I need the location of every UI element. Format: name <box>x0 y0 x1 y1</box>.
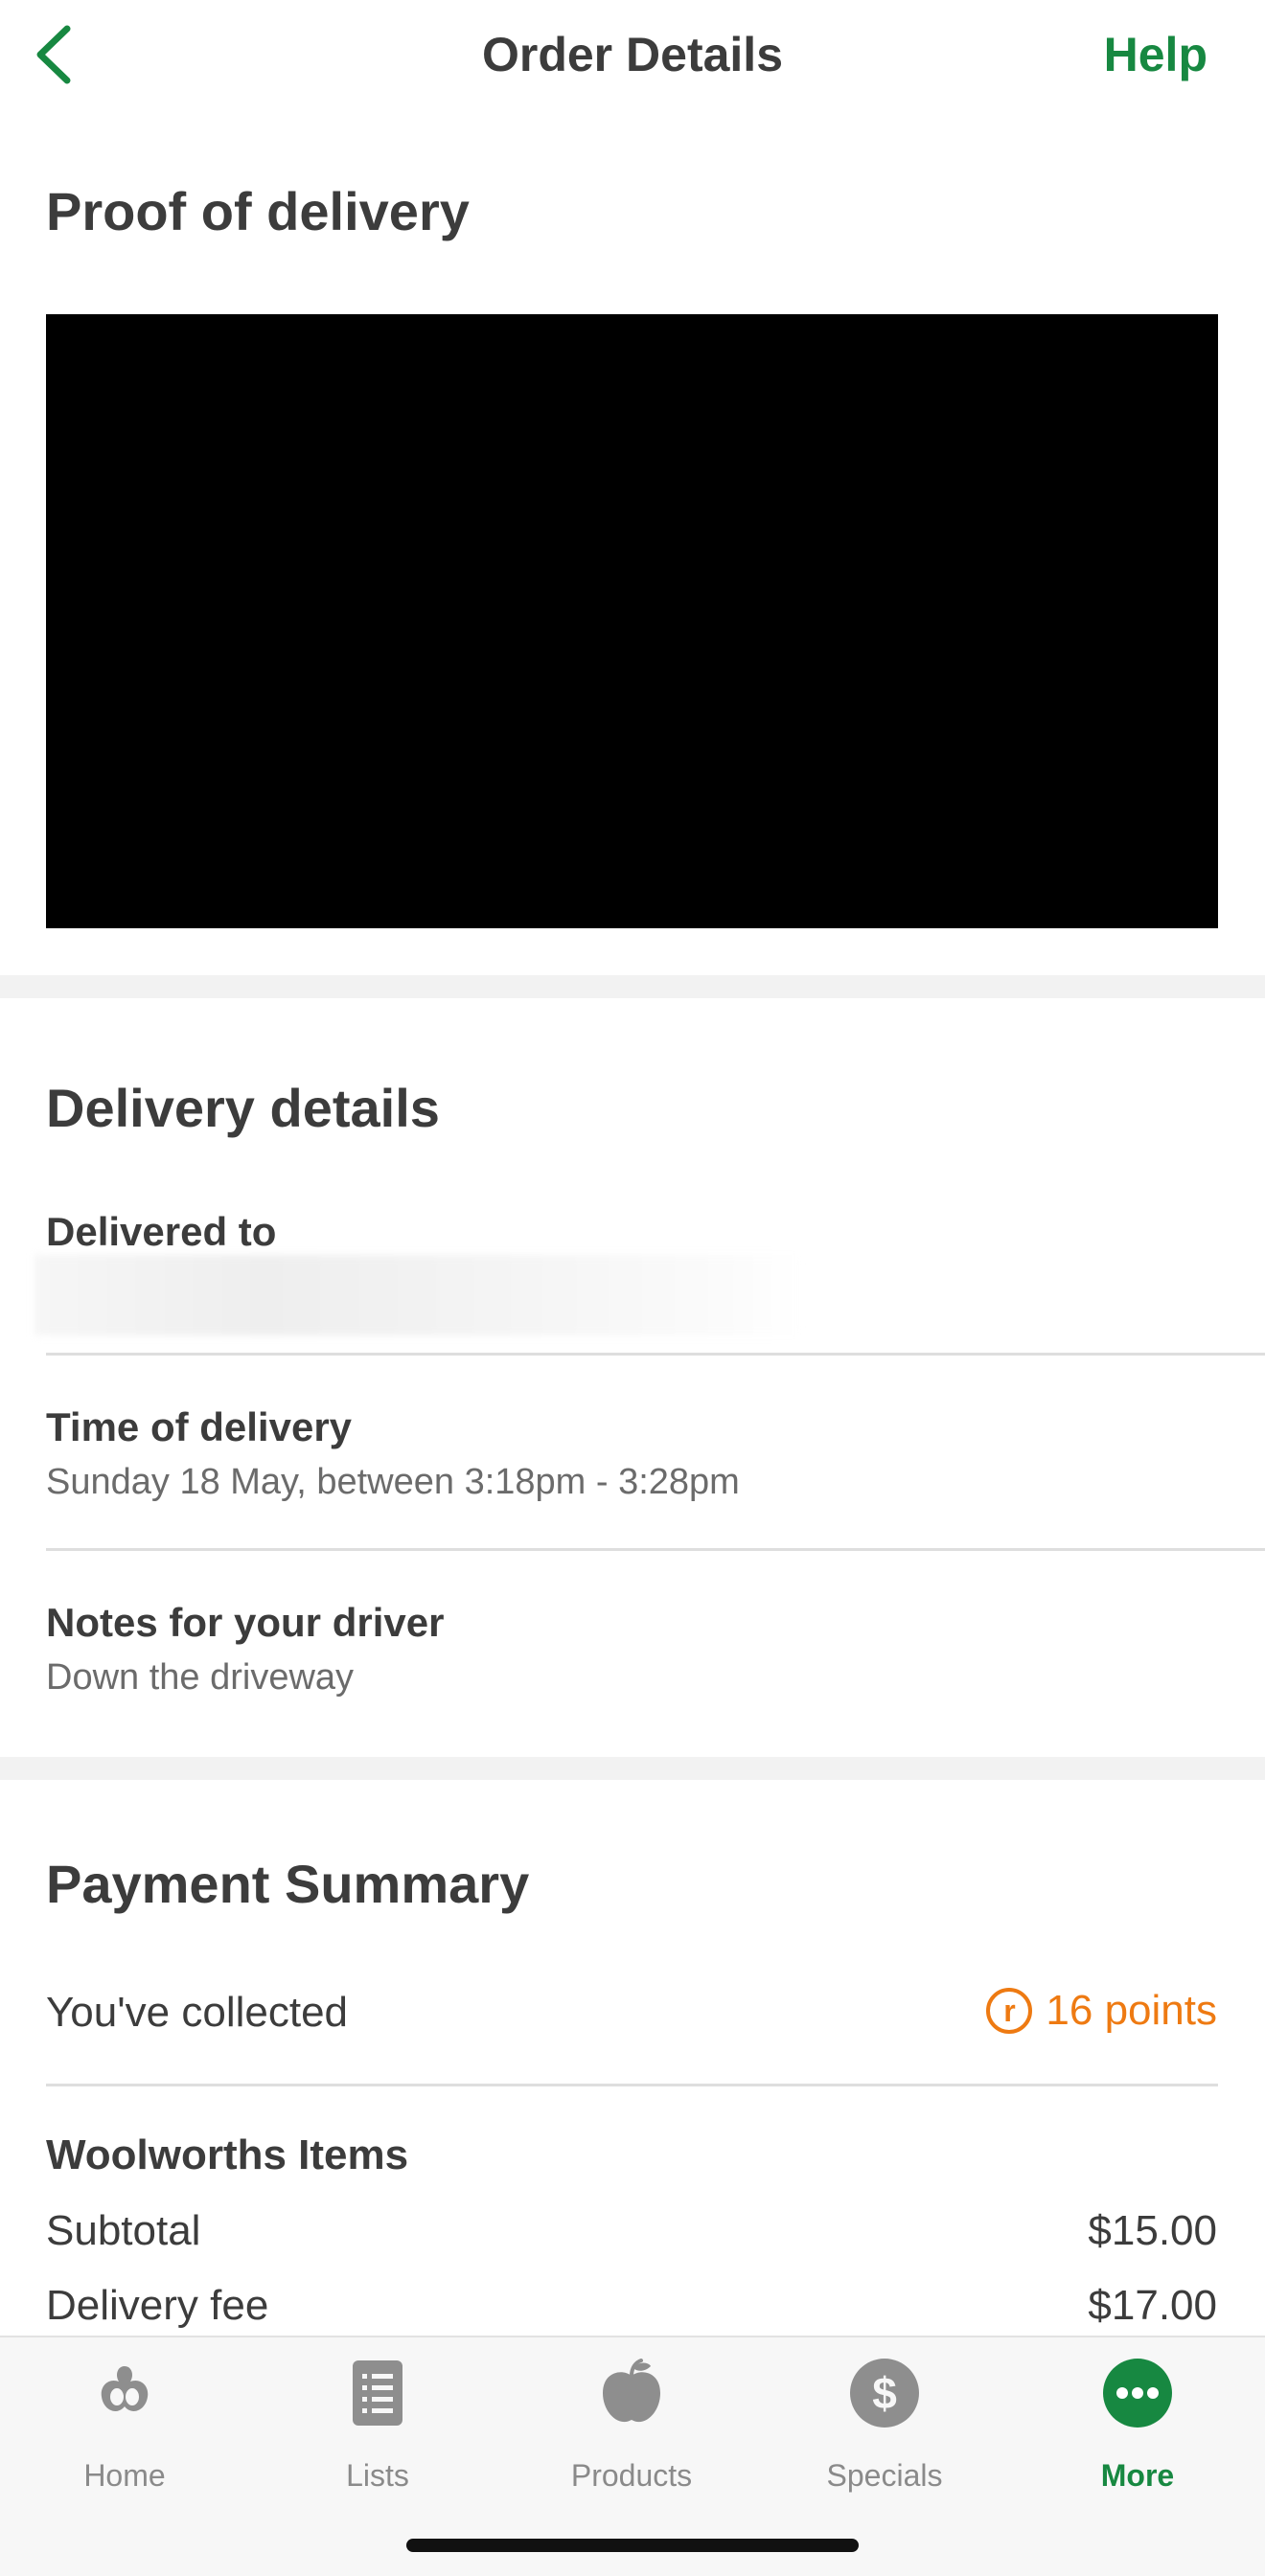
section-separator <box>0 975 1265 998</box>
tab-label: Lists <box>346 2458 409 2493</box>
more-dots-icon <box>1101 2357 1174 2429</box>
tab-lists[interactable]: Lists <box>282 2357 473 2500</box>
points-label: 16 points <box>1046 1987 1217 2034</box>
tab-home[interactable]: Home <box>29 2357 220 2500</box>
points-collected-value: r 16 points <box>986 1987 1217 2035</box>
divider <box>46 1353 1265 1356</box>
subtotal-value: $15.00 <box>1088 2207 1217 2254</box>
list-icon <box>341 2357 414 2429</box>
dollar-icon: $ <box>848 2357 921 2429</box>
tab-more[interactable]: More <box>1042 2357 1233 2500</box>
subtotal-label: Subtotal <box>46 2207 201 2254</box>
tab-products[interactable]: Products <box>536 2357 727 2500</box>
tab-label: Home <box>83 2458 166 2493</box>
driver-notes-label: Notes for your driver <box>46 1600 445 1645</box>
svg-text:$: $ <box>872 2368 897 2418</box>
tab-label: Specials <box>826 2458 943 2493</box>
help-link[interactable]: Help <box>1104 27 1208 82</box>
woolworths-items-title: Woolworths Items <box>46 2131 409 2178</box>
navigation-header: Order Details Help <box>0 0 1265 115</box>
points-collected-label: You've collected <box>46 1989 349 2036</box>
proof-of-delivery-photo[interactable] <box>46 314 1218 928</box>
divider <box>46 2084 1218 2086</box>
driver-notes-value: Down the driveway <box>46 1657 355 1698</box>
tab-specials[interactable]: $ Specials <box>789 2357 980 2500</box>
apple-icon <box>595 2357 668 2429</box>
delivery-details-title: Delivery details <box>46 1078 440 1138</box>
section-separator <box>0 1757 1265 1780</box>
delivered-to-label: Delivered to <box>46 1209 277 1254</box>
rewards-icon: r <box>986 1988 1033 2034</box>
home-indicator[interactable] <box>406 2539 859 2552</box>
woolworths-logo-icon <box>88 2357 161 2429</box>
delivery-fee-label: Delivery fee <box>46 2282 269 2329</box>
payment-summary-title: Payment Summary <box>46 1854 530 1914</box>
divider <box>46 1548 1265 1551</box>
proof-of-delivery-title: Proof of delivery <box>46 181 470 241</box>
page-title: Order Details <box>481 28 783 81</box>
delivery-fee-value: $17.00 <box>1088 2282 1217 2329</box>
tab-label: More <box>1100 2458 1175 2493</box>
time-of-delivery-label: Time of delivery <box>46 1404 353 1449</box>
time-of-delivery-value: Sunday 18 May, between 3:18pm - 3:28pm <box>46 1462 740 1502</box>
delivery-address-redacted <box>34 1255 801 1335</box>
tab-label: Products <box>570 2458 693 2493</box>
